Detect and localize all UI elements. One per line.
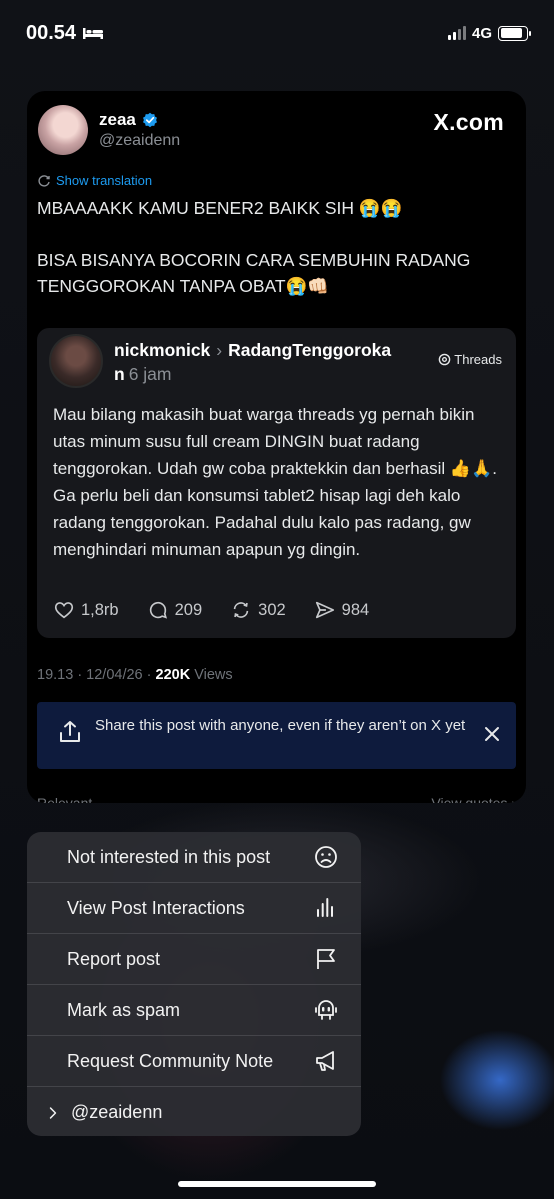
menu-item-account[interactable]: @zeaidenn	[27, 1087, 361, 1136]
show-translation-link[interactable]: Show translation	[37, 173, 152, 188]
quote-actions: 1,8rb 209 302 984	[53, 599, 397, 621]
clock-label: 00.54	[26, 21, 77, 44]
sleep-bed-icon	[83, 28, 104, 39]
close-icon[interactable]	[484, 726, 500, 742]
author-name: zeaa	[99, 110, 136, 129]
author-handle: @zeaidenn	[99, 132, 181, 149]
quote-header: nickmonick › RadangTenggoroka n6 jam	[114, 338, 424, 386]
quote-author: nickmonick	[114, 340, 211, 360]
account-handle: @zeaidenn	[71, 1102, 163, 1122]
status-time: 00.54	[26, 22, 104, 45]
network-type: 4G	[471, 24, 492, 42]
like-count: 1,8rb	[81, 600, 119, 619]
verified-badge-icon	[142, 112, 157, 128]
battery-level	[500, 28, 522, 38]
relevant-sort[interactable]: Relevant ⌄	[37, 795, 108, 803]
view-quotes-link[interactable]: View quotes ›	[431, 795, 516, 803]
flag-icon	[317, 949, 335, 969]
repost-action[interactable]: 302	[230, 599, 286, 621]
post-preview-card[interactable]: zeaa @zeaidenn X.com Show translation MB…	[27, 91, 526, 803]
chevron-right-icon: ›	[216, 340, 223, 360]
megaphone-icon	[316, 1051, 334, 1071]
robot-icon	[315, 1000, 337, 1020]
send-icon	[315, 601, 334, 619]
menu-item-label: Request Community Note	[67, 1050, 274, 1071]
share-post-banner[interactable]: Share this post with anyone, even if the…	[37, 702, 516, 769]
status-indicators: 4G	[447, 24, 531, 42]
menu-item-label: View Post Interactions	[67, 897, 245, 918]
reply-action[interactable]: 209	[147, 599, 203, 621]
share-banner-text: Share this post with anyone, even if the…	[95, 717, 466, 734]
share-action[interactable]: 984	[314, 599, 370, 621]
chevron-right-icon	[49, 1106, 57, 1119]
quote-avatar[interactable]	[49, 334, 103, 388]
frown-face-icon	[315, 846, 337, 868]
threads-badge: Threads	[438, 352, 502, 367]
cellular-signal-icon	[447, 26, 466, 40]
menu-item-label: Not interested in this post	[67, 846, 271, 867]
threads-logo-icon	[438, 353, 451, 366]
post-timestamp: 19.13 · 12/04/26 ·	[37, 667, 156, 683]
menu-item-view-interactions[interactable]: View Post Interactions	[27, 883, 361, 934]
menu-item-label: Mark as spam	[67, 999, 181, 1020]
menu-item-community-note[interactable]: Request Community Note	[27, 1036, 361, 1087]
share-upload-icon	[60, 721, 80, 742]
post-text: MBAAAAKK KAMU BENER2 BAIKK SIH 😭😭 BISA B…	[37, 198, 471, 296]
quote-body: Mau bilang makasih buat warga threads yg…	[53, 405, 497, 559]
post-author[interactable]: zeaa @zeaidenn	[38, 105, 180, 155]
x-logo: X.com	[433, 109, 504, 135]
reply-count: 209	[174, 600, 203, 619]
translation-label: Show translation	[56, 173, 153, 188]
replies-peek: Relevant ⌄ View quotes ›	[37, 795, 516, 803]
threads-label: Threads	[454, 352, 502, 367]
quote-time: 6 jam	[128, 364, 172, 384]
repost-icon	[233, 602, 249, 618]
heart-icon	[54, 602, 74, 619]
bar-chart-icon	[317, 898, 333, 917]
share-count: 984	[341, 600, 370, 619]
quote-topic-wrap: n	[114, 364, 125, 384]
menu-item-report[interactable]: Report post	[27, 934, 361, 985]
views-label: Views	[190, 667, 233, 683]
comment-bubble-icon	[149, 601, 167, 619]
quoted-threads-post[interactable]: nickmonick › RadangTenggoroka n6 jam Threa…	[37, 328, 516, 638]
context-menu: Not interested in this post View Post In…	[27, 832, 361, 1136]
battery-icon	[498, 25, 531, 41]
post-meta: 19.13 · 12/04/26 · 220K Views	[37, 667, 233, 683]
status-bar: 00.54 4G	[0, 0, 554, 66]
like-action[interactable]: 1,8rb	[53, 599, 119, 621]
home-indicator[interactable]	[178, 1181, 376, 1187]
avatar[interactable]	[38, 105, 88, 155]
repost-count: 302	[258, 600, 286, 619]
translate-icon	[38, 174, 50, 187]
menu-item-label: Report post	[67, 948, 161, 969]
menu-item-not-interested[interactable]: Not interested in this post	[27, 832, 361, 883]
quote-topic: RadangTenggoroka	[228, 340, 392, 360]
views-count: 220K	[155, 667, 191, 683]
menu-item-mark-spam[interactable]: Mark as spam	[27, 985, 361, 1036]
